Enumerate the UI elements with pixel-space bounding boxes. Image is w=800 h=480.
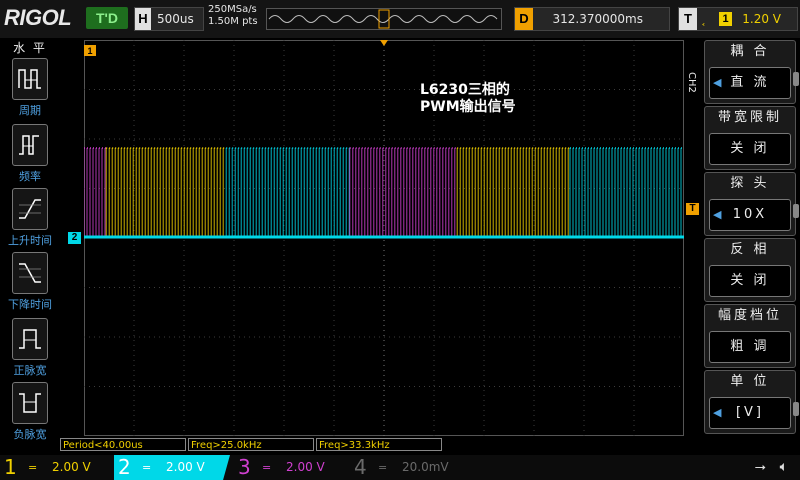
usb-icon: ⭢: [754, 459, 766, 475]
right-menu: CH2 耦 合 直 流 ◀ 带宽限制 关 闭 探 头 10X ◀ 反 相 关 闭…: [686, 40, 800, 436]
left-menu-title: 水 平: [13, 41, 47, 55]
top-bar: RIGOL T'D H 500us 250MSa/s 1.50M pts D 3…: [0, 0, 800, 38]
acquisition-info: 250MSa/s 1.50M pts: [208, 4, 258, 28]
menu-coupling[interactable]: 耦 合 直 流 ◀: [704, 40, 796, 104]
negative-width-icon: [12, 382, 48, 424]
annotation-line2: PWM输出信号: [420, 98, 516, 115]
fall-time-icon: [12, 252, 48, 294]
channel-scale: 20.0mV: [402, 460, 449, 474]
timebase-value: 500us: [157, 12, 194, 26]
sample-rate: 250MSa/s: [208, 4, 257, 15]
trigger-level-marker[interactable]: T: [686, 203, 699, 215]
delay-label: D: [515, 8, 533, 30]
menu-unit[interactable]: 单 位 [V] ◀: [704, 370, 796, 434]
left-item-fall-time[interactable]: 下降时间: [6, 252, 54, 316]
channel-2-active[interactable]: 2 = 2.00 V: [114, 455, 230, 480]
brand-logo: RIGOL: [4, 5, 72, 30]
menu-scroll-tab[interactable]: [793, 72, 799, 86]
measurement-period[interactable]: Period<40.00us: [60, 438, 186, 451]
dc-coupling-icon: =: [378, 461, 388, 474]
measurement-frequency-1[interactable]: Freq>25.0kHz: [188, 438, 314, 451]
ch2-ground-marker[interactable]: 2: [68, 232, 81, 244]
left-item-label: 下降时间: [8, 298, 52, 311]
channel-bar: 1 = 2.00 V 2 = 2.00 V 3 = 2.00 V 4 = 20.…: [0, 455, 800, 480]
menu-scroll-tab[interactable]: [793, 204, 799, 218]
left-item-positive-width[interactable]: 正脉宽: [6, 318, 54, 382]
rise-time-icon: [12, 188, 48, 230]
dc-coupling-icon: =: [142, 461, 152, 474]
channel-3[interactable]: 3 = 2.00 V: [234, 455, 344, 480]
menu-scroll-tab[interactable]: [793, 402, 799, 416]
channel-scale: 2.00 V: [286, 460, 325, 474]
left-item-label: 周期: [19, 104, 41, 117]
dc-coupling-icon: =: [28, 461, 38, 474]
menu-title: 探 头: [730, 176, 770, 191]
trigger-label: T: [679, 8, 697, 30]
period-icon: [12, 58, 48, 100]
menu-title: 带宽限制: [717, 110, 782, 125]
channel-4[interactable]: 4 = 20.0mV: [350, 455, 460, 480]
horizontal-label: H: [135, 8, 151, 30]
t1-marker-label: 1: [87, 46, 92, 56]
delay-box[interactable]: D 312.370000ms: [514, 7, 670, 31]
measurement-bar: Period<40.00us Freq>25.0kHz Freq>33.3kHz: [60, 438, 700, 452]
trigger-box[interactable]: T ˱ 1 1.20 V: [678, 7, 798, 31]
left-item-rise-time[interactable]: 上升时间: [6, 188, 54, 252]
menu-bandwidth-limit[interactable]: 带宽限制 关 闭: [704, 106, 796, 170]
menu-value: 关 闭: [709, 133, 791, 165]
channel-number: 4: [354, 455, 367, 479]
left-item-label: 正脉宽: [13, 364, 47, 377]
horizontal-timebase[interactable]: H 500us: [134, 7, 204, 31]
menu-title: 反 相: [730, 242, 770, 257]
channel-number: 3: [238, 455, 251, 479]
menu-value: 关 闭: [709, 265, 791, 297]
run-status-badge[interactable]: T'D: [86, 7, 128, 29]
rising-edge-icon: ˱: [701, 11, 706, 27]
left-item-label: 频率: [19, 170, 41, 183]
memory-overview[interactable]: [266, 8, 502, 30]
menu-invert[interactable]: 反 相 关 闭: [704, 238, 796, 302]
selector-arrow-icon: ◀: [713, 76, 722, 89]
menu-title: 单 位: [730, 374, 770, 389]
selector-arrow-icon: ◀: [713, 208, 722, 221]
measurement-frequency-2[interactable]: Freq>33.3kHz: [316, 438, 442, 451]
channel-1[interactable]: 1 = 2.00 V: [0, 455, 110, 480]
waveform-canvas: L6230三相的 PWM输出信号 1: [83, 40, 684, 436]
left-item-label: 上升时间: [8, 234, 52, 247]
menu-probe[interactable]: 探 头 10X ◀: [704, 172, 796, 236]
delay-value: 312.370000ms: [552, 12, 643, 26]
memory-overview-wave: [268, 9, 498, 29]
positive-width-icon: [12, 318, 48, 360]
waveform-display[interactable]: L6230三相的 PWM输出信号 1: [83, 40, 684, 436]
channel-scale: 2.00 V: [52, 460, 91, 474]
left-item-frequency[interactable]: 频率: [6, 124, 54, 188]
trigger-level: 1.20 V: [742, 12, 781, 26]
selector-arrow-icon: ◀: [713, 406, 722, 419]
annotation-line1: L6230三相的: [420, 81, 510, 98]
channel-number: 2: [118, 455, 131, 479]
pwm-segment: [105, 147, 227, 236]
t1-marker[interactable]: 1: [84, 45, 96, 56]
left-item-label: 负脉宽: [13, 428, 47, 441]
dc-coupling-icon: =: [262, 461, 272, 474]
memory-depth: 1.50M pts: [208, 16, 258, 27]
menu-title: 幅度档位: [717, 308, 782, 323]
left-item-negative-width[interactable]: 负脉宽: [6, 382, 54, 446]
menu-volts-scale[interactable]: 幅度档位 粗 调: [704, 304, 796, 368]
channel-scale: 2.00 V: [166, 460, 205, 474]
left-item-period[interactable]: 周期: [6, 58, 54, 122]
speaker-icon[interactable]: 🔈︎: [780, 459, 788, 475]
channel-number: 1: [4, 455, 17, 479]
menu-title: 耦 合: [730, 44, 770, 59]
trigger-source: 1: [719, 12, 732, 26]
menu-value: 粗 调: [709, 331, 791, 363]
frequency-icon: [12, 124, 48, 166]
channel-tag: CH2: [686, 72, 697, 93]
